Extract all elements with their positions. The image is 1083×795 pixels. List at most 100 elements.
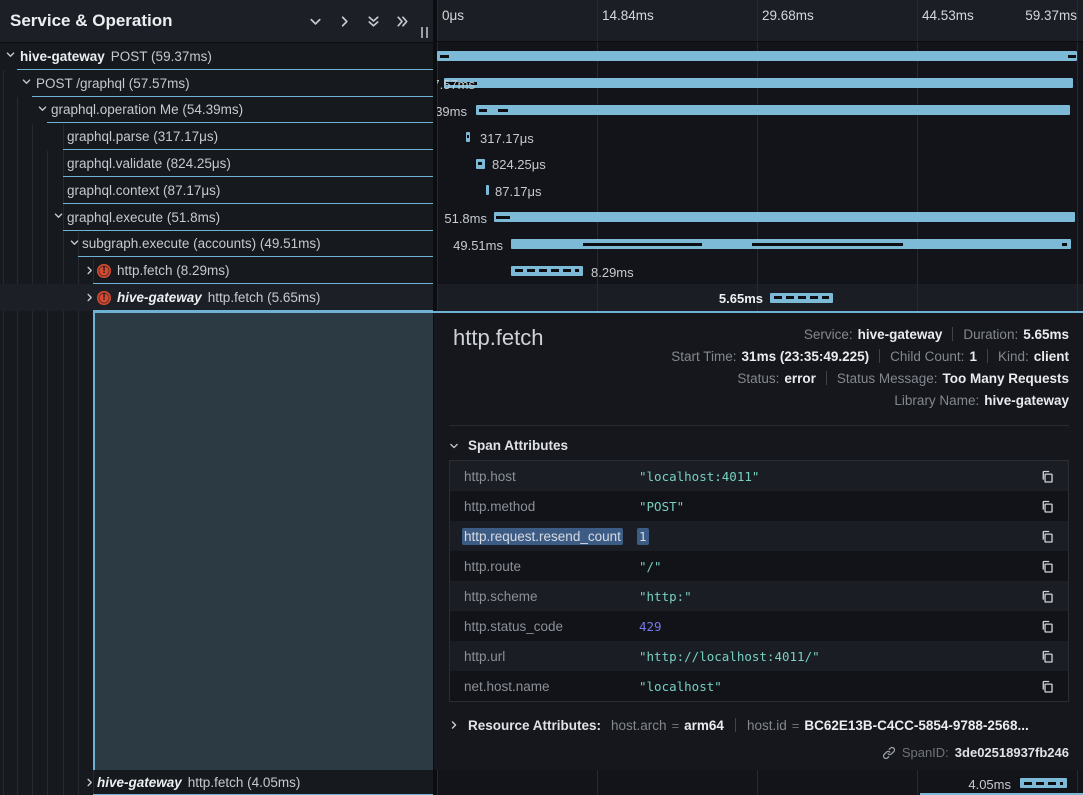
meta-value: hive-gateway — [858, 327, 943, 342]
span-detail-title: http.fetch — [453, 325, 544, 351]
meta-label: Kind: — [998, 349, 1029, 364]
chevron-down-icon[interactable] — [5, 56, 16, 60]
attribute-key: http.status_code — [464, 619, 639, 634]
attribute-key: http.route — [464, 559, 639, 574]
copy-icon[interactable] — [1040, 649, 1054, 664]
span-label: http.fetch (8.29ms) — [117, 263, 230, 278]
attribute-row[interactable]: http.scheme "http:" — [450, 581, 1068, 611]
meta-value: 5.65ms — [1023, 327, 1069, 342]
resource-value: BC62E13B-C4CC-5854-9788-2568... — [804, 718, 1028, 733]
bar-duration-label: 4.05ms — [968, 777, 1011, 792]
chevron-right-icon[interactable] — [84, 271, 95, 276]
chevron-right-icon[interactable] — [337, 14, 352, 29]
tree-row-hive-gateway-post[interactable]: hive-gatewayPOST (59.37ms) — [0, 43, 434, 70]
panel-resize-handle[interactable] — [421, 27, 428, 38]
chevron-down-icon[interactable] — [69, 244, 80, 248]
tree-row-subgraph-execute[interactable]: subgraph.execute (accounts) (49.51ms) — [0, 231, 434, 258]
attribute-row[interactable]: http.status_code 429 — [450, 611, 1068, 641]
chevron-down-icon[interactable] — [37, 110, 48, 114]
expanded-span-indent-highlight — [93, 313, 434, 770]
panel-title: Service & Operation — [10, 11, 308, 31]
tree-row-graphql-validate[interactable]: graphql.validate (824.25μs) — [0, 150, 434, 177]
attribute-row[interactable]: http.host "localhost:4011" — [450, 461, 1068, 491]
span-bar-subgraph-execute[interactable] — [511, 239, 1071, 249]
span-label: subgraph.execute (accounts) (49.51ms) — [82, 236, 321, 251]
attribute-row[interactable]: net.host.name "localhost" — [450, 671, 1068, 701]
bar-duration-label: 317.17μs — [480, 131, 534, 146]
chevron-down-icon[interactable] — [21, 83, 32, 87]
span-bar-http-fetch-1[interactable] — [511, 266, 583, 276]
bar-duration-label: 49.51ms — [453, 238, 503, 253]
attribute-value: "localhost" — [639, 679, 1040, 694]
attribute-value: "POST" — [639, 499, 1040, 514]
span-bar-hive-gateway-post[interactable] — [437, 51, 1077, 61]
tree-row-post-graphql[interactable]: POST /graphql (57.57ms) — [0, 70, 434, 97]
meta-label: Child Count: — [890, 349, 964, 364]
span-bar-http-fetch-2-selected[interactable] — [770, 293, 833, 303]
chevron-right-icon[interactable] — [84, 783, 95, 788]
span-detail-panel: http.fetch Service: hive-gateway Duration… — [434, 313, 1083, 770]
tree-row-graphql-operation[interactable]: graphql.operation Me (54.39ms) — [0, 97, 434, 124]
attribute-row[interactable]: http.url "http://localhost:4011/" — [450, 641, 1068, 671]
tree-header: Service & Operation — [0, 0, 434, 43]
attribute-value: 1 — [637, 528, 649, 545]
copy-icon[interactable] — [1040, 499, 1054, 514]
span-attributes-header[interactable]: Span Attributes — [449, 438, 568, 453]
tree-row-graphql-context[interactable]: graphql.context (87.17μs) — [0, 177, 434, 204]
chevron-down-icon[interactable] — [308, 14, 323, 29]
meta-value: client — [1034, 349, 1069, 364]
attribute-key: http.method — [464, 499, 639, 514]
span-bar-post-graphql[interactable] — [444, 78, 1073, 88]
span-bar-graphql-execute[interactable] — [494, 212, 1075, 222]
meta-label: Service: — [804, 327, 853, 342]
attribute-value: "http://localhost:4011/" — [639, 649, 1040, 664]
chevron-down-icon — [449, 441, 459, 451]
attribute-row[interactable]: http.method "POST" — [450, 491, 1068, 521]
span-label: POST /graphql (57.57ms) — [36, 76, 190, 91]
meta-value: 31ms (23:35:49.225) — [742, 349, 870, 364]
ruler-tick: 0μs — [442, 8, 464, 23]
span-id-footer: SpanID: 3de02518937fb246 — [882, 745, 1069, 760]
bar-duration-label: 8.29ms — [591, 265, 634, 280]
resource-attributes-row[interactable]: Resource Attributes: host.arch = arm64 h… — [449, 714, 1069, 736]
span-bar-graphql-context[interactable] — [486, 185, 489, 195]
attribute-key: net.host.name — [464, 679, 639, 694]
copy-icon[interactable] — [1040, 559, 1054, 574]
meta-value: hive-gateway — [984, 393, 1069, 408]
chevrons-right-icon[interactable] — [395, 14, 410, 29]
chevrons-down-icon[interactable] — [366, 14, 381, 29]
attribute-key: http.url — [464, 649, 639, 664]
span-bar-http-fetch-3[interactable] — [1020, 778, 1067, 788]
copy-icon[interactable] — [1040, 469, 1054, 484]
span-bar-graphql-validate[interactable] — [476, 159, 485, 169]
attribute-row[interactable]: http.route "/" — [450, 551, 1068, 581]
expanded-region-border — [93, 311, 1083, 313]
resource-value: arm64 — [684, 718, 724, 733]
tree-row-http-fetch-3[interactable]: hive-gatewayhttp.fetch (4.05ms) — [0, 770, 434, 795]
link-icon[interactable] — [882, 746, 896, 760]
meta-label: Duration: — [963, 327, 1018, 342]
tree-row-http-fetch-1[interactable]: !http.fetch (8.29ms) — [0, 257, 434, 284]
ruler-tick: 59.37ms — [1025, 8, 1077, 23]
copy-icon[interactable] — [1040, 619, 1054, 634]
tree-row-http-fetch-2-selected[interactable]: !hive-gatewayhttp.fetch (5.65ms) — [0, 284, 434, 311]
attribute-key: http.scheme — [464, 589, 639, 604]
bar-duration-label: 87.17μs — [495, 184, 542, 199]
span-bar-graphql-operation[interactable] — [476, 105, 1070, 115]
copy-icon[interactable] — [1040, 589, 1054, 604]
attribute-row-selected[interactable]: http.request.resend_count 1 — [450, 521, 1068, 551]
tree-row-graphql-parse[interactable]: graphql.parse (317.17μs) — [0, 123, 434, 150]
copy-icon[interactable] — [1040, 529, 1054, 544]
span-label: graphql.operation Me (54.39ms) — [51, 102, 243, 117]
span-label: POST (59.37ms) — [111, 49, 212, 64]
tree-row-graphql-execute[interactable]: graphql.execute (51.8ms) — [0, 204, 434, 231]
bar-duration-label: 824.25μs — [492, 157, 546, 172]
copy-icon[interactable] — [1040, 679, 1054, 694]
error-icon: ! — [97, 291, 111, 305]
span-bar-graphql-parse[interactable] — [466, 132, 470, 142]
chevron-down-icon[interactable] — [53, 217, 64, 221]
bar-duration-label: 51.8ms — [444, 211, 487, 226]
trace-viewer-app: hive-gatewayPOST (59.37ms) POST /graphql… — [0, 0, 1083, 795]
meta-label: Library Name: — [894, 393, 979, 408]
chevron-right-icon[interactable] — [84, 298, 95, 303]
